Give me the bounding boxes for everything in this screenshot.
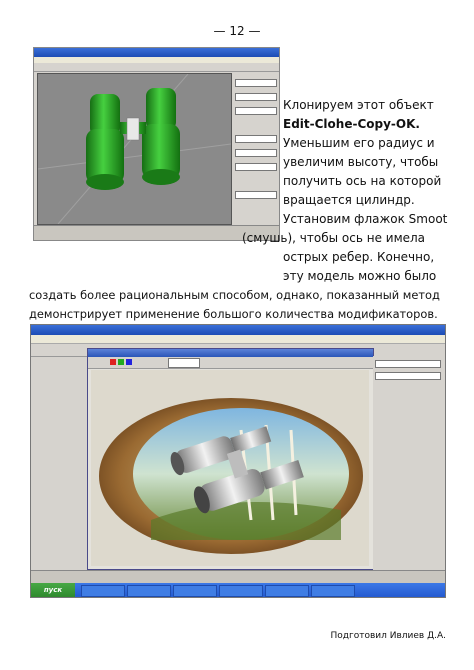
- text-line: Установим флажок Smoot: [283, 212, 448, 226]
- blue-channel-icon: [126, 359, 132, 365]
- taskbar-item[interactable]: [127, 585, 171, 597]
- command-panel: [233, 73, 277, 223]
- red-channel-icon: [110, 359, 116, 365]
- start-button[interactable]: пуск: [31, 583, 75, 597]
- text-line: (смушь), чтобы ось не имела: [242, 231, 426, 245]
- viewport: [37, 73, 232, 225]
- render-window: [87, 348, 374, 570]
- taskbar-item[interactable]: [81, 585, 125, 597]
- text-line: острых ребер. Конечно,: [283, 250, 435, 264]
- text-line: демонстрирует применение большого количе…: [29, 307, 438, 321]
- taskbar: пуск: [31, 583, 445, 597]
- render-toolbar: [88, 357, 373, 369]
- panel-field: [235, 79, 277, 87]
- command-panel: [373, 356, 445, 597]
- text-line: увеличим высоту, чтобы: [283, 155, 439, 169]
- footer-author: Подготовил Ивлиев Д.А.: [330, 631, 447, 641]
- text-line: эту модель можно было: [283, 269, 437, 283]
- text-line: создать более рациональным способом, одн…: [29, 288, 440, 302]
- render-window-titlebar: [88, 349, 373, 357]
- window-titlebar: [34, 48, 279, 57]
- rendered-image: [91, 370, 369, 566]
- taskbar-item[interactable]: [265, 585, 309, 597]
- screenshot-render: пуск: [30, 324, 446, 598]
- object-name-field: [375, 360, 441, 368]
- modifier-list: [375, 372, 441, 380]
- panel-field: [235, 149, 277, 157]
- timeline: [31, 570, 445, 584]
- binoculars-model-icon: [37, 73, 232, 225]
- taskbar-item[interactable]: [173, 585, 217, 597]
- toolbar: [34, 63, 279, 72]
- taskbar-item[interactable]: [311, 585, 355, 597]
- menu-bar: [31, 335, 445, 344]
- panel-field: [235, 135, 277, 143]
- taskbar-item[interactable]: [219, 585, 263, 597]
- screenshot-modeling: [33, 47, 280, 241]
- binoculars-render-icon: [91, 370, 369, 566]
- page-number: — 12 —: [213, 24, 261, 38]
- text-line: Клонируем этот объект: [283, 98, 434, 112]
- text-line: Уменьшим его радиус и: [283, 136, 435, 150]
- green-channel-icon: [118, 359, 124, 365]
- panel-field: [235, 191, 277, 199]
- panel-field: [235, 93, 277, 101]
- panel-field: [235, 163, 277, 171]
- window-titlebar: [31, 325, 445, 335]
- text-line: вращается цилиндр.: [283, 193, 415, 207]
- panel-field: [235, 107, 277, 115]
- text-line: получить ось на которой: [283, 174, 442, 188]
- text-line: Edit-Clohe-Copy-OK.: [283, 117, 420, 131]
- channel-select: [168, 358, 200, 368]
